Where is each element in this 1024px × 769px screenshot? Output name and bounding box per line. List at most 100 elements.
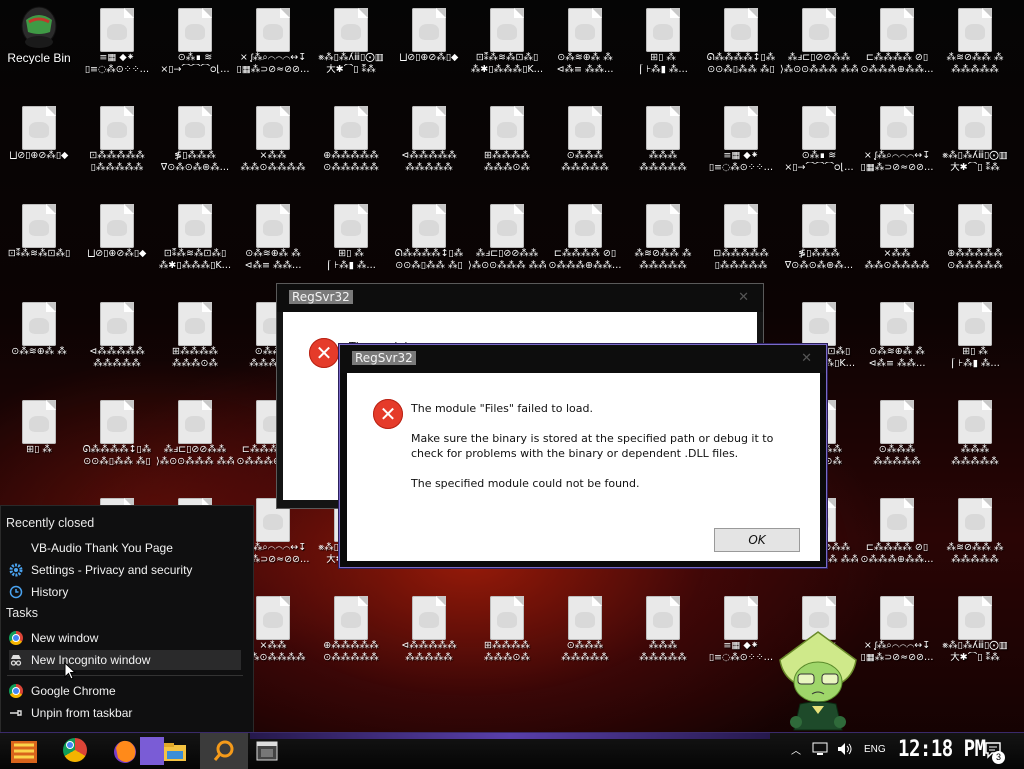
desktop-file-icon[interactable]: ⨳⁂▯⁂ʎⅲ▯⨀▥大✱⌒▯ ⁑⁂ xyxy=(936,588,1014,680)
jumplist-item-new-window[interactable]: New window xyxy=(9,628,241,648)
desktop-file-icon[interactable]: ⨆⊘▯⊕⊘⁂▯◆ xyxy=(0,98,78,190)
desktop-file-icon[interactable]: ⊡⁑⁂≋⁂⊡⁂▯⁂✱▯⁂⁂⁂▯K… xyxy=(468,0,546,92)
desktop-file-icon[interactable]: ⨯⁂⁂⁂⁂⊙⁂⁂⁂⁂ xyxy=(858,196,936,288)
file-name-label: ⨯▯→⌒⌒⌒ᴑ⌊… xyxy=(784,162,854,173)
desktop-file-icon[interactable]: ⊙⁂≋⊕⁂ ⁂⊲⁂≡ ⁂⁂… xyxy=(546,0,624,92)
file-icon xyxy=(178,400,212,444)
desktop-file-icon[interactable]: ⁂ⅎ⊏▯⊘⊘⁂⁂⟩⁂⊙⊙⁂⁂⁂ ⁂⁂ xyxy=(156,392,234,484)
desktop-file-icon[interactable]: ᘏ⁂⁂⁂⁂↕▯⁂⊙⊙⁂▯⁂⁂ ⁂▯ xyxy=(702,0,780,92)
desktop-file-icon[interactable]: ⊞▯ ⁂⌠ ⊦⁂▮ ⁂… xyxy=(312,196,390,288)
desktop-file-icon[interactable]: ⊡⁑⁂≋⁂⊡⁂▯⁂✱▯⁂⁂⁂▯K… xyxy=(156,196,234,288)
desktop-file-icon[interactable]: ⊞⁂⁂⁂⁂⁂⁂⁂⊙⁂ xyxy=(468,98,546,190)
jumplist-item-google-chrome[interactable]: Google Chrome xyxy=(9,681,241,701)
desktop-file-icon[interactable]: ᘏ⁂⁂⁂⁂↕▯⁂⊙⊙⁂▯⁂⁂ ⁂▯ xyxy=(78,392,156,484)
desktop-file-icon[interactable]: ⊞⁂⁂⁂⁂⁂⁂⁂⊙⁂ xyxy=(156,294,234,386)
file-name-label: ⊲⁂≡ ⁂⁂… xyxy=(868,358,926,369)
desktop-file-icon[interactable]: ⊕⁂⁂⁂⁂⁂⊙⁂⁂⁂⁂⁂ xyxy=(936,196,1014,288)
clock[interactable]: 12:18 PM xyxy=(898,736,986,761)
desktop-file-icon[interactable]: ⨆⊘▯⊕⊘⁂▯◆ xyxy=(78,196,156,288)
desktop-file-icon[interactable]: ⊡⁂⁂⁂⁂⁂▯⁂⁂⁂⁂⁂ xyxy=(78,98,156,190)
close-icon[interactable]: ✕ xyxy=(738,290,749,305)
desktop-file-icon[interactable]: ⨯ ᶘ⁂⌕⌒⌒⌒↔↧▯▦⁂⊃⊘≈⊘⊘… xyxy=(234,0,312,92)
desktop-file-icon[interactable]: ⊏⁂⁂⁂⁂ ⊘▯ ⊙⁂⁂⁂⊕⁂⁂… xyxy=(858,0,936,92)
desktop-file-icon[interactable]: ≡▦ ◆⁕▯≡◌⁂⊙⁘⁘… xyxy=(702,588,780,680)
desktop-file-icon[interactable]: ⊙⁂⁂⁂ ⁂⁂⁂⁂⁂ xyxy=(546,98,624,190)
desktop-file-icon[interactable]: ⊞⁂⁂⁂⁂⁂⁂⁂⊙⁂ xyxy=(468,588,546,680)
jumplist-item-label: History xyxy=(31,585,69,599)
desktop-file-icon[interactable]: ≡▦ ◆⁕▯≡◌⁂⊙⁘⁘… xyxy=(78,0,156,92)
file-icon xyxy=(568,8,602,52)
chevron-up-icon[interactable]: ︿ xyxy=(791,742,801,757)
desktop-file-icon[interactable]: ⊏⁂⁂⁂⁂ ⊘▯ ⊙⁂⁂⁂⊕⁂⁂… xyxy=(858,490,936,582)
desktop-file-icon[interactable]: ⨯ ᶘ⁂⌕⌒⌒⌒↔↧▯▦⁂⊃⊘≈⊘⊘… xyxy=(858,588,936,680)
file-icon xyxy=(256,596,290,640)
file-icon xyxy=(880,498,914,542)
desktop-file-icon[interactable]: ⁂≋⊘⁂⁂ ⁂⁂⁂⁂⁂⁂ xyxy=(936,0,1014,92)
desktop-file-icon[interactable]: ⊲⁂⁂⁂⁂⁂⁂⁂⁂⁂⁂ xyxy=(390,98,468,190)
desktop-file-icon[interactable]: ⁂⁂⁂⁂⁂⁂⁂⁂ xyxy=(936,392,1014,484)
desktop-file-icon[interactable]: ⊙⁂⁂⁂ ⁂⁂⁂⁂⁂ xyxy=(546,588,624,680)
file-name-label: ⊏⁂⁂⁂⁂ ⊘▯ xyxy=(553,248,617,259)
volume-icon[interactable] xyxy=(837,742,853,756)
jumplist-item-new-incognito-window[interactable]: New Incognito window xyxy=(9,650,241,670)
desktop-file-icon[interactable]: ⊞▯ ⁂⌠ ⊦⁂▮ ⁂… xyxy=(624,0,702,92)
desktop-file-icon[interactable]: ⊞▯ ⁂⌠ ⊦⁂▮ ⁂… xyxy=(936,294,1014,386)
desktop-file-icon[interactable]: ⁂ⅎ⊏▯⊘⊘⁂⁂⟩⁂⊙⊙⁂⁂⁂ ⁂⁂ xyxy=(780,0,858,92)
desktop-file-icon[interactable]: ⊕⁂⁂⁂⁂⁂⊙⁂⁂⁂⁂⁂ xyxy=(312,588,390,680)
recycle-bin[interactable]: Recycle Bin xyxy=(0,0,78,92)
dialog-titlebar[interactable]: RegSvr32 ✕ xyxy=(340,345,826,373)
file-name-label: ⨳⁂▯⁂ʎⅲ▯⨀▥ xyxy=(942,640,1008,651)
desktop-file-icon[interactable]: ⊲⁂⁂⁂⁂⁂⁂⁂⁂⁂⁂ xyxy=(390,588,468,680)
desktop-file-icon[interactable]: ⊙⁂≋⊕⁂ ⁂ xyxy=(0,294,78,386)
file-name-label: ⨳⁂▯⁂ʎⅲ▯⨀▥ xyxy=(942,150,1008,161)
desktop-file-icon[interactable]: ⊕⁂⁂⁂⁂⁂⊙⁂⁂⁂⁂⁂ xyxy=(312,98,390,190)
network-icon[interactable] xyxy=(812,742,828,756)
desktop-file-icon[interactable]: ⊙⁂∎ ≋⨯▯→⌒⌒⌒ᴑ⌊… xyxy=(156,0,234,92)
desktop-file-icon[interactable]: ≡▦ ◆⁕▯≡◌⁂⊙⁘⁘… xyxy=(702,98,780,190)
desktop-file-icon[interactable]: ⊏⁂⁂⁂⁂ ⊘▯ ⊙⁂⁂⁂⊕⁂⁂… xyxy=(546,196,624,288)
language-indicator[interactable]: ENG xyxy=(864,744,886,755)
desktop-file-icon[interactable]: ⁂≋⊘⁂⁂ ⁂⁂⁂⁂⁂⁂ xyxy=(936,490,1014,582)
desktop-file-icon[interactable]: ⨳⁂▯⁂ʎⅲ▯⨀▥大✱⌒▯ ⁑⁂ xyxy=(312,0,390,92)
desktop-file-icon[interactable]: ⊙⁂⁂⁂ ⁂⁂⁂⁂⁂ xyxy=(858,392,936,484)
ok-button[interactable]: OK xyxy=(714,528,800,552)
file-name-label: ⊲⁂⁂⁂⁂⁂ xyxy=(401,640,457,651)
jumplist-item-unpin[interactable]: Unpin from taskbar xyxy=(9,703,241,723)
desktop-file-icon[interactable]: ≸▯⁂⁂⁂∇⊙⁂⊙⁂⊛⁂… xyxy=(156,98,234,190)
desktop-file-icon[interactable]: ⁂⁂⁂⁂⁂⁂⁂⁂ xyxy=(624,98,702,190)
jumplist-item-vb-audio[interactable]: VB-Audio Thank You Page xyxy=(9,538,241,558)
desktop-file-icon[interactable]: ⁂≋⊘⁂⁂ ⁂⁂⁂⁂⁂⁂ xyxy=(624,196,702,288)
file-icon xyxy=(100,8,134,52)
desktop-file-icon[interactable]: ⊞▯ ⁂ xyxy=(0,392,78,484)
regsvr32-dialog[interactable]: RegSvr32 ✕ ✕ The module "Files" failed t… xyxy=(339,344,827,568)
desktop-file-icon[interactable]: ⊡⁑⁂≋⁂⊡⁂▯ xyxy=(0,196,78,288)
jumplist-item-settings[interactable]: Settings - Privacy and security xyxy=(9,560,241,580)
close-icon[interactable]: ✕ xyxy=(801,351,812,366)
tasks-header: Tasks xyxy=(6,606,38,620)
file-name-label: ⁂⁂⁂⁂⁂ xyxy=(639,162,687,173)
desktop-file-icon[interactable]: ⊡⁂⁂⁂⁂⁂▯⁂⁂⁂⁂⁂ xyxy=(702,196,780,288)
file-name-label: ⊙⊙⁂▯⁂⁂ ⁂▯ xyxy=(83,456,151,467)
error-icon: ✕ xyxy=(373,399,403,429)
desktop-file-icon[interactable]: ≸▯⁂⁂⁂∇⊙⁂⊙⁂⊛⁂… xyxy=(780,196,858,288)
desktop-file-icon[interactable]: ᘏ⁂⁂⁂⁂↕▯⁂⊙⊙⁂▯⁂⁂ ⁂▯ xyxy=(390,196,468,288)
jumplist-item-history[interactable]: History xyxy=(9,582,241,602)
file-icon xyxy=(100,204,134,248)
desktop-file-icon[interactable]: ⊙⁂≋⊕⁂ ⁂⊲⁂≡ ⁂⁂… xyxy=(858,294,936,386)
blank-page-icon xyxy=(9,541,23,555)
peridot-character-image xyxy=(779,631,857,731)
desktop-file-icon[interactable]: ⁂ⅎ⊏▯⊘⊘⁂⁂⟩⁂⊙⊙⁂⁂⁂ ⁂⁂ xyxy=(468,196,546,288)
desktop-file-icon[interactable]: ⨯ ᶘ⁂⌕⌒⌒⌒↔↧▯▦⁂⊃⊘≈⊘⊘… xyxy=(858,98,936,190)
file-name-label: ⊞⁂⁂⁂⁂ xyxy=(484,150,530,161)
desktop-file-icon[interactable]: ⊲⁂⁂⁂⁂⁂⁂⁂⁂⁂⁂ xyxy=(78,294,156,386)
desktop-file-icon[interactable]: ⨯⁂⁂⁂⁂⊙⁂⁂⁂⁂ xyxy=(234,98,312,190)
desktop-file-icon[interactable]: ⨳⁂▯⁂ʎⅲ▯⨀▥大✱⌒▯ ⁑⁂ xyxy=(936,98,1014,190)
desktop-file-icon[interactable]: ⨆⊘▯⊕⊘⁂▯◆ xyxy=(390,0,468,92)
file-name-label: ⊙⁂∎ ≋ xyxy=(801,150,837,161)
desktop-file-icon[interactable]: ⊙⁂∎ ≋⨯▯→⌒⌒⌒ᴑ⌊… xyxy=(780,98,858,190)
file-name-label: ⊙⁂≋⊕⁂ ⁂ xyxy=(245,248,301,259)
file-icon xyxy=(412,204,446,248)
desktop-file-icon[interactable]: ⁂⁂⁂⁂⁂⁂⁂⁂ xyxy=(624,588,702,680)
desktop-file-icon[interactable]: ⊙⁂≋⊕⁂ ⁂⊲⁂≡ ⁂⁂… xyxy=(234,196,312,288)
dialog-titlebar[interactable]: RegSvr32 ✕ xyxy=(277,284,763,312)
